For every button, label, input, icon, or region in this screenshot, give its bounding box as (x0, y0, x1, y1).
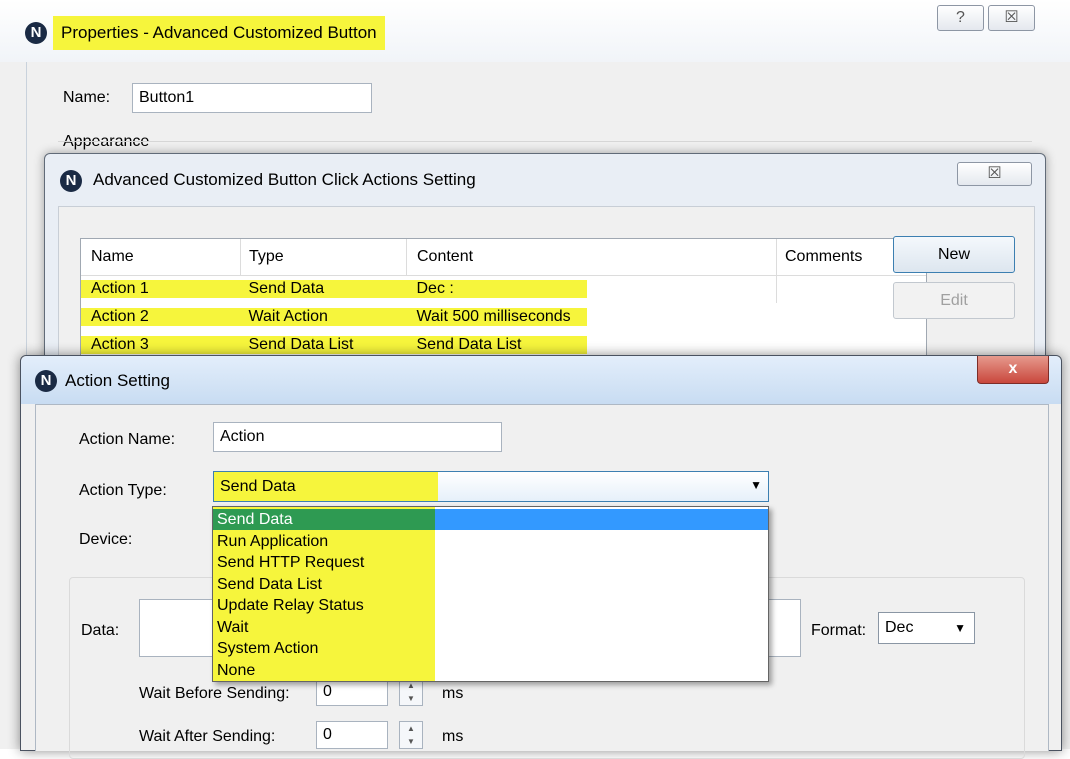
wait-after-spinner[interactable]: ▲ ▼ (399, 721, 423, 749)
action-setting-titlebar (21, 356, 1061, 404)
chevron-down-icon: ▼ (954, 621, 966, 635)
row-content: Send Data List (406, 336, 587, 354)
format-label: Format: (811, 622, 867, 639)
wait-after-input[interactable] (316, 721, 388, 749)
wait-before-spinner[interactable]: ▲ ▼ (399, 678, 423, 706)
format-selected-value: Dec (885, 619, 914, 636)
row-type: Send Data List (240, 336, 407, 354)
close-icon: ☒ (1004, 9, 1019, 26)
action-type-dropdown-list: Send Data Run Application Send HTTP Requ… (212, 506, 769, 682)
new-button[interactable]: New (893, 236, 1015, 273)
click-actions-window: N Advanced Customized Button Click Actio… (44, 153, 1046, 390)
row-type: Wait Action (240, 308, 407, 326)
spin-up-icon[interactable]: ▲ (400, 722, 422, 735)
app-icon: N (25, 22, 47, 44)
format-select[interactable]: Dec ▼ (878, 612, 975, 644)
table-row[interactable]: Action 2 Wait Action Wait 500 millisecon… (81, 303, 926, 331)
name-label: Name: (63, 89, 111, 106)
properties-close-button[interactable]: ☒ (988, 5, 1035, 31)
click-actions-title: Advanced Customized Button Click Actions… (93, 170, 476, 189)
row-name: Action 2 (81, 308, 241, 326)
row-name: Action 3 (81, 336, 241, 354)
action-type-label: Action Type: (79, 482, 167, 499)
chevron-down-icon: ▼ (750, 478, 762, 492)
app-icon: N (35, 370, 57, 392)
action-name-input[interactable] (213, 422, 502, 452)
row-type: Send Data (240, 280, 407, 299)
name-input[interactable] (132, 83, 372, 113)
data-label: Data: (81, 622, 120, 639)
column-header-name[interactable]: Name (81, 239, 241, 276)
help-icon: ? (956, 9, 965, 26)
spin-down-icon[interactable]: ▼ (400, 735, 422, 748)
dropdown-option[interactable]: Wait (213, 617, 768, 639)
device-label: Device: (79, 531, 133, 548)
click-actions-close-button[interactable]: ☒ (957, 162, 1032, 186)
close-icon: x (1008, 360, 1018, 377)
row-content: Dec : (406, 280, 587, 299)
properties-title: Properties - Advanced Customized Button (53, 16, 385, 50)
action-setting-close-button[interactable]: x (977, 356, 1049, 384)
wait-before-input[interactable] (316, 678, 388, 706)
wait-after-label: Wait After Sending: (139, 728, 276, 745)
dropdown-option[interactable]: System Action (213, 638, 768, 660)
action-type-selected-value: Send Data (214, 472, 438, 501)
wait-before-unit: ms (442, 685, 464, 702)
spin-down-icon[interactable]: ▼ (400, 692, 422, 705)
row-content: Wait 500 milliseconds (406, 308, 587, 326)
row-name: Action 1 (81, 280, 241, 299)
table-row[interactable]: Action 1 Send Data Dec : (81, 275, 926, 303)
column-header-content[interactable]: Content (406, 239, 777, 276)
dropdown-option[interactable]: Send Data List (213, 574, 768, 596)
dropdown-option[interactable]: Send Data (213, 509, 768, 531)
action-setting-title: Action Setting (65, 371, 170, 390)
app-icon: N (60, 170, 82, 192)
wait-after-unit: ms (442, 728, 464, 745)
help-button[interactable]: ? (937, 5, 984, 31)
close-icon: ☒ (987, 165, 1002, 182)
action-name-label: Action Name: (79, 431, 176, 448)
wait-before-label: Wait Before Sending: (139, 685, 290, 702)
dropdown-option[interactable]: Run Application (213, 531, 768, 553)
edit-button[interactable]: Edit (893, 282, 1015, 319)
dropdown-option[interactable]: None (213, 660, 768, 682)
column-header-type[interactable]: Type (240, 239, 407, 276)
dropdown-option[interactable]: Update Relay Status (213, 595, 768, 617)
action-type-select[interactable]: Send Data ▼ (213, 471, 769, 502)
dropdown-option[interactable]: Send HTTP Request (213, 552, 768, 574)
